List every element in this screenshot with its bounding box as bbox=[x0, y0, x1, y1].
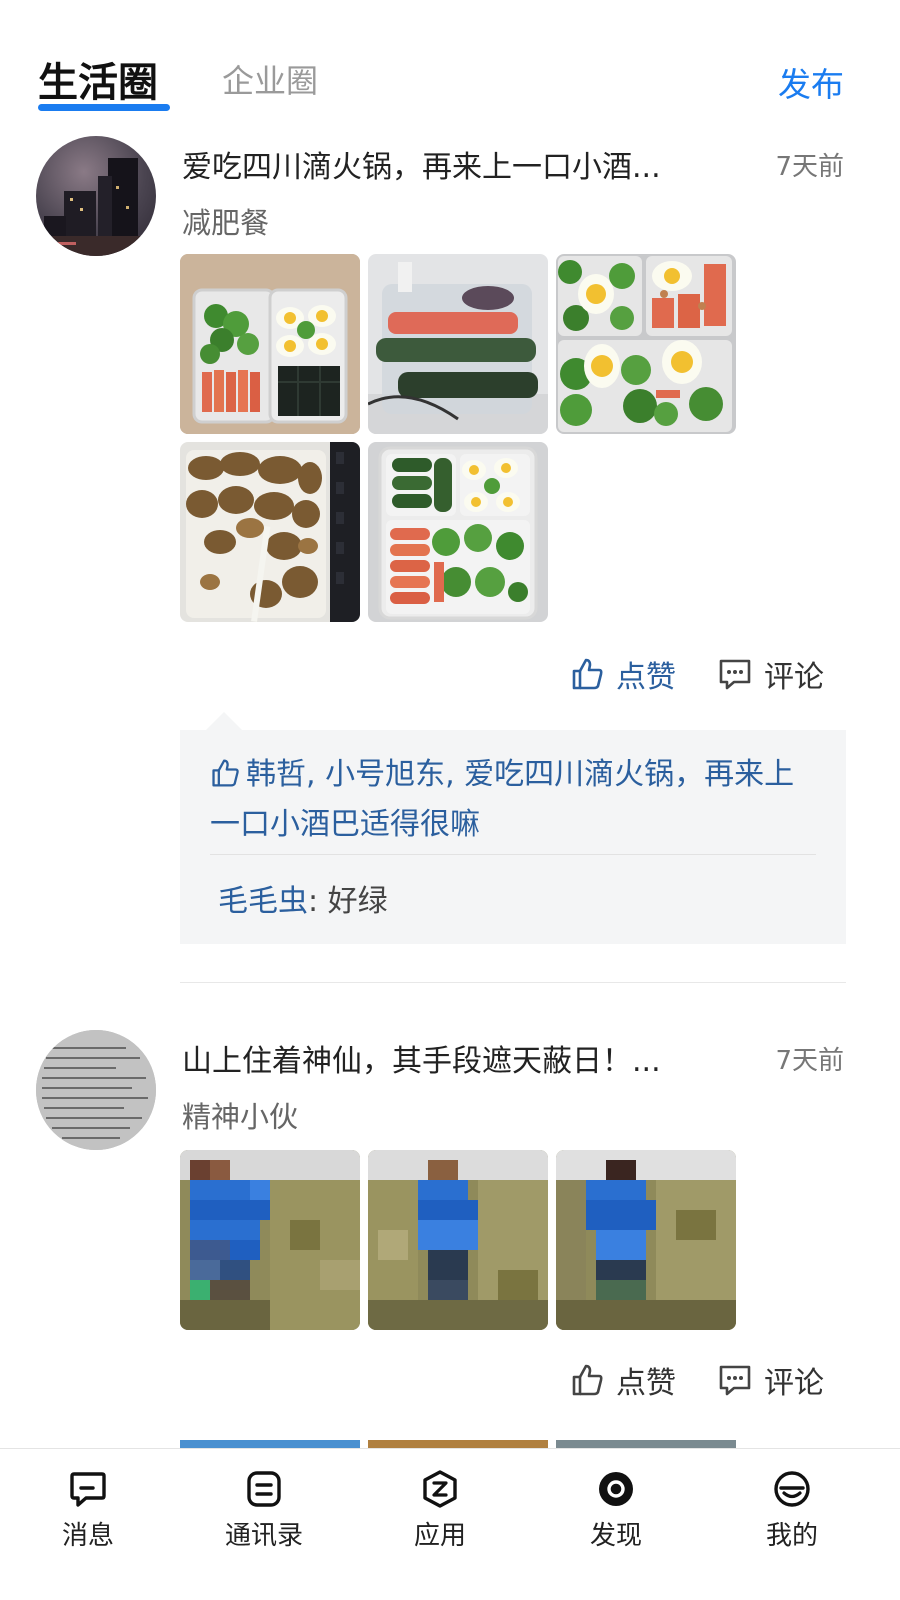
post-title[interactable]: 爱吃四川滴火锅，再来上一口小酒... bbox=[182, 142, 742, 186]
nav-label: 发现 bbox=[589, 1521, 642, 1551]
avatar-image bbox=[36, 1030, 156, 1150]
nav-messages[interactable]: 消息 bbox=[28, 1469, 148, 1552]
photo-cucumber-carrot bbox=[368, 442, 548, 622]
top-tab-bar: 生活圈 企业圈 发布 bbox=[0, 0, 900, 120]
photo-pixelated-person bbox=[180, 1150, 360, 1330]
comment-label: 评论 bbox=[764, 1366, 824, 1401]
nav-label: 通讯录 bbox=[224, 1521, 303, 1551]
comment-item[interactable]: 毛毛虫: 好绿 bbox=[218, 876, 388, 920]
avatar-image bbox=[36, 158, 156, 256]
likers-names[interactable]: 韩哲, 小号旭东, 爱吃四川滴火锅，再来上一口小酒巴适得很嘛 bbox=[210, 757, 794, 842]
post-time: 7天前 bbox=[775, 1046, 844, 1076]
nav-label: 我的 bbox=[765, 1521, 818, 1551]
profile-icon bbox=[774, 1471, 810, 1507]
bottom-navigation: 消息 通讯录 应用 发现 我的 bbox=[0, 1448, 900, 1600]
photo-pixelated-person bbox=[556, 1150, 736, 1330]
post-time: 7天前 bbox=[775, 152, 844, 182]
like-label: 点赞 bbox=[616, 1366, 676, 1401]
nav-label: 消息 bbox=[61, 1521, 114, 1551]
like-label: 点赞 bbox=[616, 660, 676, 695]
thumbs-up-icon bbox=[572, 658, 603, 690]
post-photo[interactable] bbox=[368, 1150, 548, 1330]
photo-wrapped-food bbox=[368, 254, 548, 434]
like-button[interactable]: 点赞 bbox=[570, 652, 676, 696]
thumbs-up-icon bbox=[572, 1364, 603, 1396]
comment-user[interactable]: 毛毛虫 bbox=[218, 884, 308, 919]
likers-list[interactable]: 韩哲, 小号旭东, 爱吃四川滴火锅，再来上一口小酒巴适得很嘛 bbox=[210, 750, 810, 850]
tab-life-circle[interactable]: 生活圈 bbox=[38, 50, 158, 108]
photo-fried-food bbox=[180, 442, 360, 622]
next-post-photo-edge bbox=[180, 1440, 360, 1448]
nav-discover[interactable]: 发现 bbox=[556, 1469, 676, 1552]
photo-bento-box bbox=[180, 254, 360, 434]
post-photo[interactable] bbox=[180, 442, 360, 622]
comment-icon bbox=[719, 659, 751, 690]
message-icon bbox=[70, 1472, 106, 1507]
next-post-photo-edge bbox=[556, 1440, 736, 1448]
contacts-icon bbox=[247, 1471, 281, 1507]
post-photo[interactable] bbox=[556, 1150, 736, 1330]
like-button[interactable]: 点赞 bbox=[570, 1358, 676, 1402]
comment-button[interactable]: 评论 bbox=[718, 652, 824, 696]
thumbs-up-icon bbox=[212, 759, 239, 787]
discover-icon bbox=[599, 1472, 633, 1506]
post-title[interactable]: 山上住着神仙，其手段遮天蔽日！... bbox=[182, 1036, 742, 1080]
post-author[interactable]: 减肥餐 bbox=[182, 200, 269, 242]
nav-profile[interactable]: 我的 bbox=[732, 1469, 852, 1552]
nav-contacts[interactable]: 通讯录 bbox=[204, 1469, 324, 1552]
likes-comments-box: 韩哲, 小号旭东, 爱吃四川滴火锅，再来上一口小酒巴适得很嘛 毛毛虫: 好绿 bbox=[180, 730, 846, 944]
tab-enterprise-circle[interactable]: 企业圈 bbox=[222, 56, 318, 102]
publish-button[interactable]: 发布 bbox=[778, 58, 844, 106]
comment-label: 评论 bbox=[764, 660, 824, 695]
reply-box-pointer bbox=[206, 712, 242, 730]
post-photo[interactable] bbox=[368, 254, 548, 434]
avatar[interactable] bbox=[36, 136, 156, 256]
post-divider bbox=[180, 982, 846, 983]
post-photo[interactable] bbox=[368, 442, 548, 622]
photo-broccoli-eggs bbox=[556, 254, 736, 434]
comment-text: : 好绿 bbox=[308, 884, 388, 919]
post-author[interactable]: 精神小伙 bbox=[182, 1094, 298, 1136]
post-photo[interactable] bbox=[180, 1150, 360, 1330]
divider bbox=[210, 854, 816, 855]
apps-icon bbox=[423, 1470, 457, 1508]
nav-label: 应用 bbox=[413, 1521, 466, 1551]
comment-icon bbox=[719, 1365, 751, 1396]
avatar[interactable] bbox=[36, 1030, 156, 1150]
nav-apps[interactable]: 应用 bbox=[380, 1469, 500, 1552]
comment-button[interactable]: 评论 bbox=[718, 1358, 824, 1402]
photo-pixelated-person bbox=[368, 1150, 548, 1330]
next-post-photo-edge bbox=[368, 1440, 548, 1448]
active-tab-indicator bbox=[38, 104, 170, 111]
post-photo[interactable] bbox=[556, 254, 736, 434]
post-photo[interactable] bbox=[180, 254, 360, 434]
